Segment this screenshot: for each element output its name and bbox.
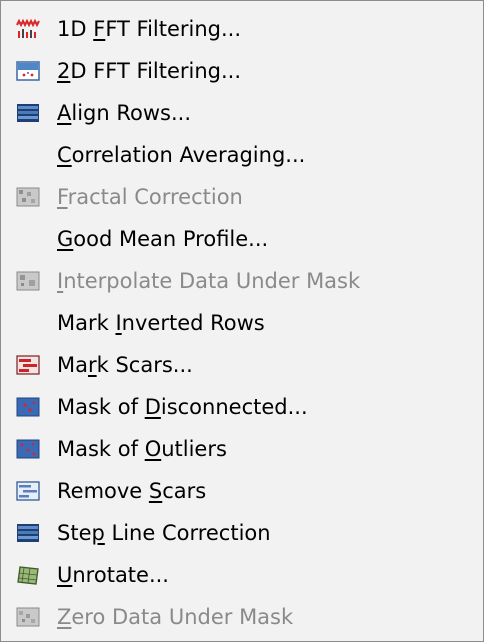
unrotate-icon xyxy=(15,564,41,586)
menu-item-label: Mark Scars... xyxy=(57,353,193,377)
mark-scars-icon xyxy=(15,354,41,376)
menu-item-fractal-correction[interactable]: Fractal Correction xyxy=(1,177,483,217)
zero-data-mask-icon xyxy=(15,606,41,628)
step-line-correction-icon xyxy=(15,522,41,544)
menu-item-mark-inverted-rows[interactable]: Mark Inverted Rows xyxy=(1,303,483,343)
menu-item-label: Correlation Averaging... xyxy=(57,143,306,167)
context-menu: 1D FFT Filtering... 2D FFT Filtering... … xyxy=(0,0,484,642)
fractal-correction-icon xyxy=(15,186,41,208)
menu-item-label: Zero Data Under Mask xyxy=(57,605,294,629)
menu-item-unrotate[interactable]: Unrotate... xyxy=(1,555,483,595)
menu-item-label: Remove Scars xyxy=(57,479,207,503)
menu-item-good-mean-profile[interactable]: Good Mean Profile... xyxy=(1,219,483,259)
menu-item-label: Align Rows... xyxy=(57,101,191,125)
menu-item-align-rows[interactable]: Align Rows... xyxy=(1,93,483,133)
fft-2d-icon xyxy=(15,60,41,82)
mask-disconnected-icon xyxy=(15,396,41,418)
menu-item-label: Good Mean Profile... xyxy=(57,227,269,251)
menu-item-label: 2D FFT Filtering... xyxy=(57,59,242,83)
menu-item-correlation-averaging[interactable]: Correlation Averaging... xyxy=(1,135,483,175)
menu-item-remove-scars[interactable]: Remove Scars xyxy=(1,471,483,511)
menu-item-2d-fft[interactable]: 2D FFT Filtering... xyxy=(1,51,483,91)
menu-item-zero-data-under-mask[interactable]: Zero Data Under Mask xyxy=(1,597,483,637)
menu-item-mark-scars[interactable]: Mark Scars... xyxy=(1,345,483,385)
menu-item-label: Fractal Correction xyxy=(57,185,243,209)
menu-item-label: 1D FFT Filtering... xyxy=(57,17,242,41)
menu-item-label: Mask of Outliers xyxy=(57,437,227,461)
menu-item-label: Interpolate Data Under Mask xyxy=(57,269,361,293)
menu-item-mask-of-outliers[interactable]: Mask of Outliers xyxy=(1,429,483,469)
menu-item-label: Mark Inverted Rows xyxy=(57,311,265,335)
menu-item-label: Mask of Disconnected... xyxy=(57,395,308,419)
menu-item-1d-fft[interactable]: 1D FFT Filtering... xyxy=(1,9,483,49)
interpolate-mask-icon xyxy=(15,270,41,292)
remove-scars-icon xyxy=(15,480,41,502)
menu-item-interpolate-data-under-mask[interactable]: Interpolate Data Under Mask xyxy=(1,261,483,301)
menu-item-step-line-correction[interactable]: Step Line Correction xyxy=(1,513,483,553)
fft-1d-icon xyxy=(15,18,41,40)
menu-item-label: Step Line Correction xyxy=(57,521,271,545)
align-rows-icon xyxy=(15,102,41,124)
menu-item-label: Unrotate... xyxy=(57,563,169,587)
mask-outliers-icon xyxy=(15,438,41,460)
menu-item-mask-of-disconnected[interactable]: Mask of Disconnected... xyxy=(1,387,483,427)
